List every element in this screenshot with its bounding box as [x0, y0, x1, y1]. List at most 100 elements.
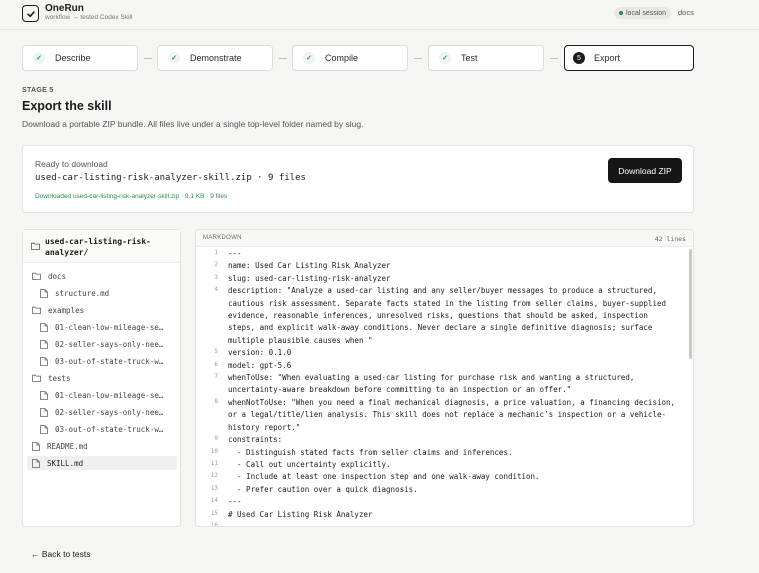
page-title: Export the skill — [22, 99, 112, 113]
code-content[interactable]: 1 --- 2 name: Used Car Listing Risk Analyze… — [196, 248, 693, 526]
session-badge: local session — [614, 7, 672, 19]
download-status: Downloaded used-car-listing-risk-analyze… — [35, 193, 228, 200]
file-icon — [40, 424, 48, 434]
tree-item-label: 01-clean-low-mileage-se… — [55, 322, 164, 332]
line-text: whenNotToUse: "When you need a final mec… — [228, 397, 676, 407]
step-export[interactable]: 5 Export — [564, 45, 694, 71]
code-line: 6 model: gpt-5.6 — [196, 360, 693, 372]
step-compile[interactable]: ✓ Compile — [292, 45, 408, 71]
step-separator — [144, 58, 152, 59]
folder-icon — [32, 306, 41, 314]
download-card: Ready to download used-car-listing-risk-… — [22, 145, 694, 213]
tree-item-label: 03-out-of-state-truck-w… — [55, 424, 164, 434]
check-icon: ✓ — [168, 52, 180, 64]
tree-item-label: 01-clean-low-mileage-se… — [55, 390, 164, 400]
tree-folder[interactable]: docs — [27, 269, 177, 283]
code-line: 15 # Used Car Listing Risk Analyzer — [196, 509, 693, 521]
code-line: 13 - Prefer caution over a quick diagnos… — [196, 484, 693, 496]
file-viewer: MARKDOWN 42 lines 1 --- 2 name: Used Car Li… — [195, 229, 694, 527]
check-icon: ✓ — [439, 52, 451, 64]
file-icon — [32, 458, 40, 468]
tree-item-label: README.md — [47, 441, 88, 451]
line-number: 11 — [210, 459, 218, 467]
check-icon: ✓ — [303, 52, 315, 64]
docs-link[interactable]: docs — [678, 8, 694, 17]
app-logo-check-icon — [22, 5, 39, 22]
tree-item-label: examples — [48, 305, 85, 315]
tree-file[interactable]: README.md — [27, 439, 177, 453]
code-line: 16 — [196, 521, 693, 526]
tree-root-folder[interactable]: used-car-listing-risk-analyzer/ — [23, 230, 180, 263]
code-line: 3 slug: used-car-listing-risk-analyzer — [196, 273, 693, 285]
line-number: 7 — [214, 373, 218, 381]
code-line: 12 - Include at least one inspection ste… — [196, 471, 693, 483]
step-label: Export — [594, 53, 621, 63]
line-number: 5 — [214, 348, 218, 356]
tree-file[interactable]: 02-seller-says-only-nee… — [27, 337, 177, 351]
tree-file[interactable]: 01-clean-low-mileage-se… — [27, 388, 177, 402]
status-dot-icon — [619, 11, 623, 15]
tree-item-label: docs — [48, 271, 67, 281]
line-number — [196, 335, 218, 347]
line-count: 42 lines — [654, 235, 686, 243]
line-number: 9 — [214, 435, 218, 443]
line-text: - Distinguish stated facts from seller c… — [228, 447, 513, 457]
tree-file[interactable]: structure.md — [27, 286, 177, 300]
root-folder-name: used-car-listing-risk-analyzer/ — [45, 237, 151, 257]
code-line: multiple plausible causes when " — [196, 335, 693, 347]
code-line: evidence, reasonable inferences, unresol… — [196, 310, 693, 322]
line-number — [196, 322, 218, 334]
line-number: 12 — [210, 472, 218, 480]
code-line: uncertainty-aware breakdown before commi… — [196, 384, 693, 396]
tree-folder[interactable]: tests — [27, 371, 177, 385]
step-label: Compile — [325, 53, 359, 63]
code-line: 2 name: Used Car Listing Risk Analyzer — [196, 260, 693, 272]
app-header: OneRun workflow → tested Codex Skill loc… — [0, 0, 759, 28]
line-text: multiple plausible causes when " — [228, 335, 373, 345]
line-text: - Prefer caution over a quick diagnosis. — [228, 484, 418, 494]
code-line: 10 - Distinguish stated facts from selle… — [196, 447, 693, 459]
file-icon — [40, 407, 48, 417]
step-test[interactable]: ✓ Test — [428, 45, 544, 71]
step-demonstrate[interactable]: ✓ Demonstrate — [157, 45, 273, 71]
line-number — [196, 384, 218, 396]
tree-folder[interactable]: examples — [27, 303, 177, 317]
code-line: 7 whenToUse: "When evaluating a used-car … — [196, 372, 693, 384]
download-zip-button[interactable]: Download ZIP — [608, 158, 682, 183]
file-icon — [40, 390, 48, 400]
page-subtitle: Download a portable ZIP bundle. All file… — [22, 119, 364, 129]
tree-file[interactable]: 01-clean-low-mileage-se… — [27, 320, 177, 334]
line-text: - Include at least one inspection step a… — [228, 472, 540, 482]
line-text: or a legal/title/lien analysis. This ski… — [228, 410, 666, 420]
line-number: 4 — [214, 286, 218, 294]
line-number: 2 — [214, 261, 218, 269]
line-text: evidence, reasonable inferences, unresol… — [228, 311, 648, 321]
file-icon — [40, 356, 48, 366]
back-to-tests-link[interactable]: ← Back to tests — [31, 549, 91, 559]
line-number: 10 — [210, 447, 218, 455]
folder-icon — [31, 242, 40, 250]
line-text: history report." — [228, 422, 301, 432]
code-line: steps, and explicit walk-away conditions… — [196, 322, 693, 334]
code-line: or a legal/title/lien analysis. This ski… — [196, 409, 693, 421]
check-icon: ✓ — [33, 52, 45, 64]
line-number: 6 — [214, 360, 218, 368]
code-scrollbar[interactable] — [689, 249, 692, 359]
tree-file[interactable]: SKILL.md — [27, 456, 177, 470]
tree-item-label: 02-seller-says-only-nee… — [55, 339, 164, 349]
file-tree: used-car-listing-risk-analyzer/ docs stru… — [22, 229, 181, 527]
step-label: Demonstrate — [190, 53, 242, 63]
tree-file[interactable]: 03-out-of-state-truck-w… — [27, 354, 177, 368]
code-line: 1 --- — [196, 248, 693, 260]
line-text: # Used Car Listing Risk Analyzer — [228, 509, 373, 519]
code-line: cautious risk assessment. Separate facts… — [196, 298, 693, 310]
step-describe[interactable]: ✓ Describe — [22, 45, 138, 71]
line-number — [196, 310, 218, 322]
stage-label: STAGE 5 — [22, 87, 54, 94]
tree-file[interactable]: 03-out-of-state-truck-w… — [27, 422, 177, 436]
line-text: --- — [228, 497, 242, 507]
breadcrumb: workflow → tested Codex Skill — [45, 14, 133, 21]
tree-file[interactable]: 02-seller-says-only-nee… — [27, 405, 177, 419]
line-text: --- — [228, 249, 242, 258]
code-line: 14 --- — [196, 496, 693, 508]
